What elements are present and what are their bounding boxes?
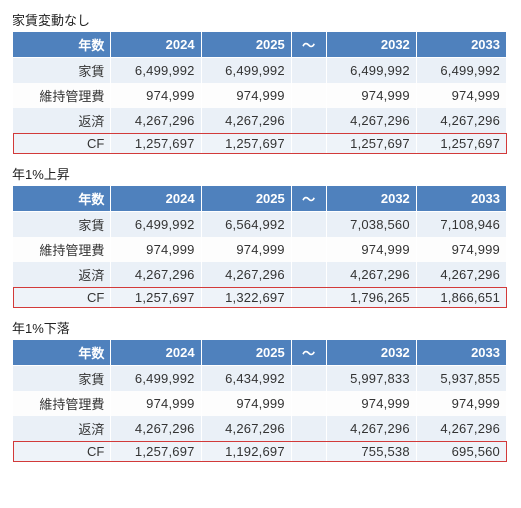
row-repay: 返済4,267,2964,267,2964,267,2964,267,296 [13, 416, 507, 441]
row-label: CF [13, 133, 111, 154]
col-year-label: 年数 [13, 186, 111, 212]
col-gap: ～ [291, 32, 326, 58]
col-2025: 2025 [201, 32, 291, 58]
header-row: 年数 2024 2025 ～ 2032 2033 [13, 340, 507, 366]
col-2033: 2033 [416, 186, 506, 212]
col-2032: 2032 [326, 186, 416, 212]
scenario-block-down-1pct: 年1%下落 年数 2024 2025 ～ 2032 2033 家賃6,499,9… [12, 318, 509, 462]
col-2025: 2025 [201, 186, 291, 212]
col-2025: 2025 [201, 340, 291, 366]
row-cf: CF1,257,6971,322,6971,796,2651,866,651 [13, 287, 507, 308]
col-year-label: 年数 [13, 32, 111, 58]
row-label: 返済 [13, 108, 111, 133]
row-repay: 返済4,267,2964,267,2964,267,2964,267,296 [13, 108, 507, 133]
col-2033: 2033 [416, 32, 506, 58]
scenario-title: 年1%上昇 [12, 164, 509, 183]
row-repay: 返済4,267,2964,267,2964,267,2964,267,296 [13, 262, 507, 287]
cf-table: 年数 2024 2025 ～ 2032 2033 家賃6,499,9926,49… [12, 31, 507, 154]
col-2032: 2032 [326, 340, 416, 366]
row-maint: 維持管理費974,999974,999974,999974,999 [13, 237, 507, 262]
scenario-block-no-change: 家賃変動なし 年数 2024 2025 ～ 2032 2033 家賃6,499,… [12, 10, 509, 154]
col-2033: 2033 [416, 340, 506, 366]
row-label: 維持管理費 [13, 83, 111, 108]
col-gap: ～ [291, 340, 326, 366]
col-year-label: 年数 [13, 340, 111, 366]
scenario-block-up-1pct: 年1%上昇 年数 2024 2025 ～ 2032 2033 家賃6,499,9… [12, 164, 509, 308]
header-row: 年数 2024 2025 ～ 2032 2033 [13, 32, 507, 58]
scenario-title: 家賃変動なし [12, 10, 509, 29]
col-2024: 2024 [111, 32, 201, 58]
col-2024: 2024 [111, 186, 201, 212]
col-gap: ～ [291, 186, 326, 212]
col-2024: 2024 [111, 340, 201, 366]
col-2032: 2032 [326, 32, 416, 58]
row-maint: 維持管理費974,999974,999974,999974,999 [13, 83, 507, 108]
row-cf: CF1,257,6971,192,697755,538695,560 [13, 441, 507, 462]
header-row: 年数 2024 2025 ～ 2032 2033 [13, 186, 507, 212]
row-cf: CF1,257,6971,257,6971,257,6971,257,697 [13, 133, 507, 154]
cf-table: 年数 2024 2025 ～ 2032 2033 家賃6,499,9926,56… [12, 185, 507, 308]
row-label: 家賃 [13, 58, 111, 84]
row-rent: 家賃6,499,9926,564,9927,038,5607,108,946 [13, 212, 507, 238]
row-rent: 家賃6,499,9926,499,9926,499,9926,499,992 [13, 58, 507, 84]
cf-table: 年数 2024 2025 ～ 2032 2033 家賃6,499,9926,43… [12, 339, 507, 462]
row-rent: 家賃6,499,9926,434,9925,997,8335,937,855 [13, 366, 507, 392]
scenario-title: 年1%下落 [12, 318, 509, 337]
row-maint: 維持管理費974,999974,999974,999974,999 [13, 391, 507, 416]
